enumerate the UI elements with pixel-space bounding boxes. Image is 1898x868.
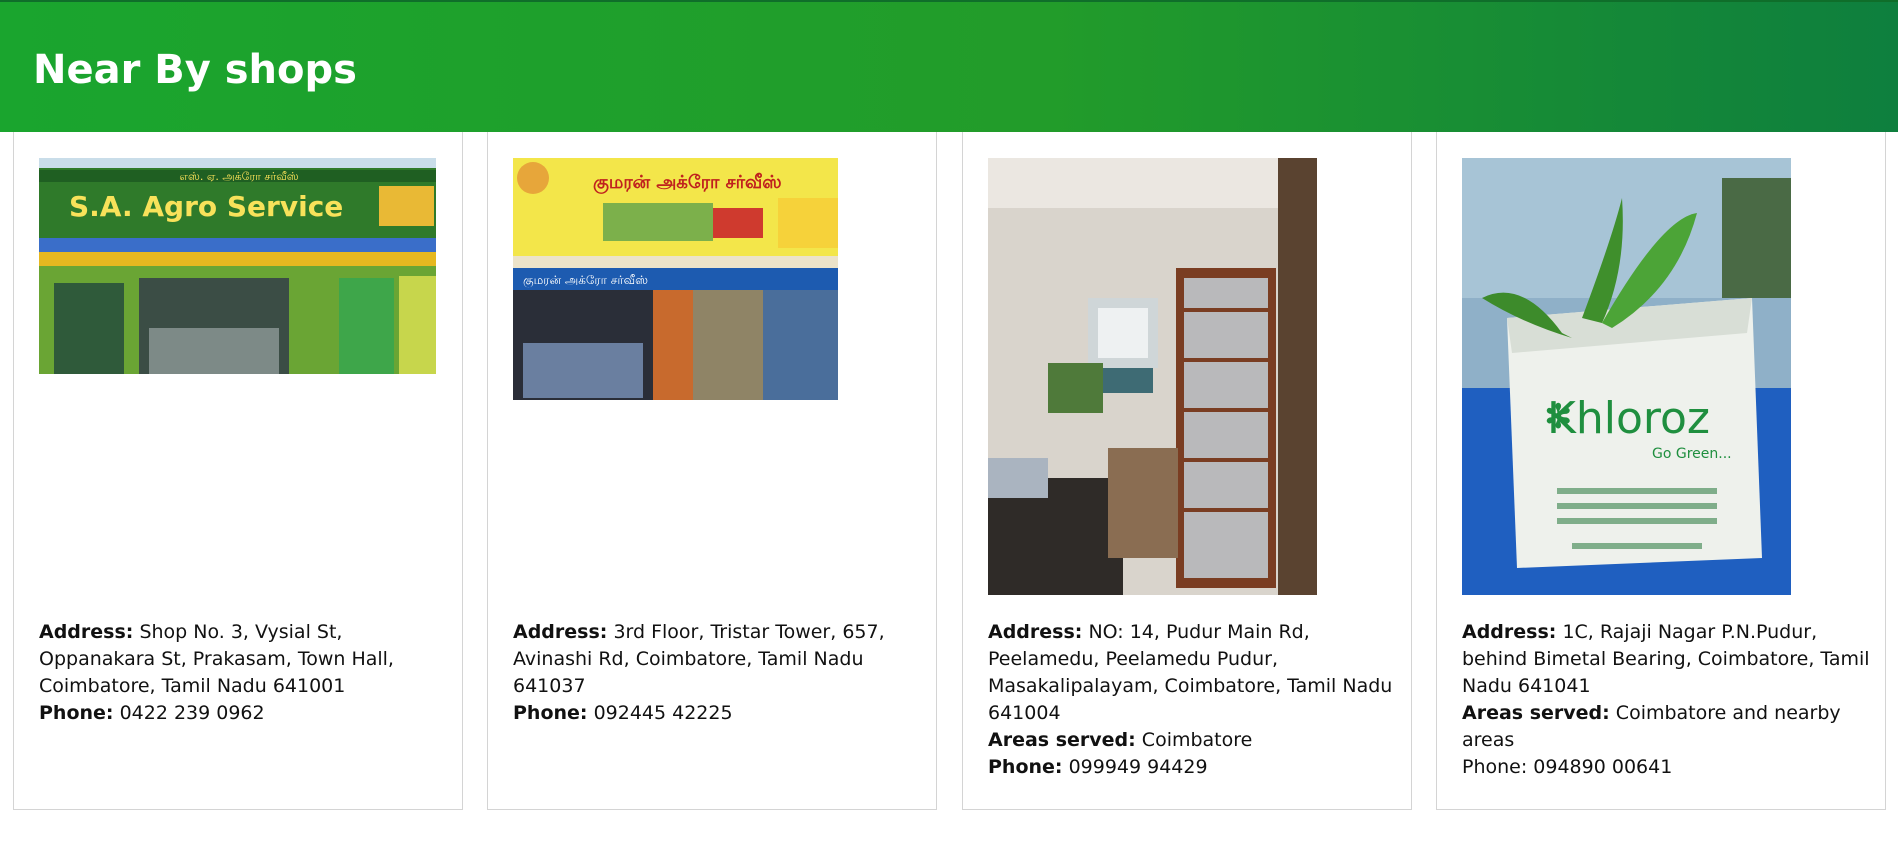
shop-sign-text: குமரன் அக்ரோ சர்வீஸ் (593, 172, 782, 194)
shop-info: Address: 1C, Rajaji Nagar P.N.Pudur, beh… (1462, 619, 1872, 781)
page-title: Near By shops (33, 47, 357, 93)
shop-card: எஸ். ஏ. அக்ரோ சர்வீஸ் S.A. Agro Service … (13, 132, 463, 810)
shop-card: குமரன் அக்ரோ சர்வீஸ் குமரன் அக்ரோ சர்வீஸ… (487, 132, 937, 810)
phone-label: Phone: (39, 702, 114, 724)
address-label: Address: (988, 621, 1083, 643)
shop-photo: எஸ். ஏ. அக்ரோ சர்வீஸ் S.A. Agro Service (39, 158, 436, 374)
shop-sign-text: S.A. Agro Service (69, 190, 343, 223)
shop-info: Address: 3rd Floor, Tristar Tower, 657, … (513, 619, 923, 727)
shop-card: Address: NO: 14, Pudur Main Rd, Peelamed… (962, 132, 1412, 810)
phone-label: Phone: (513, 702, 588, 724)
address-label: Address: (39, 621, 134, 643)
shop-phone: 092445 42225 (593, 702, 733, 724)
shop-cards: எஸ். ஏ. அக்ரோ சர்வீஸ் S.A. Agro Service … (0, 132, 1898, 810)
shop-info: Address: Shop No. 3, Vysial St, Oppanaka… (39, 619, 449, 727)
shop-phone: 099949 94429 (1068, 756, 1208, 778)
svg-text:✻: ✻ (1544, 397, 1573, 437)
shop-photo: குமரன் அக்ரோ சர்வீஸ் குமரன் அக்ரோ சர்வீஸ… (513, 158, 838, 400)
address-label: Address: (513, 621, 608, 643)
shop-phone: 0422 239 0962 (119, 702, 265, 724)
page-header: Near By shops (0, 0, 1898, 132)
shop-photo (988, 158, 1317, 595)
address-label: Address: (1462, 621, 1557, 643)
svg-text:எஸ். ஏ. அக்ரோ சர்வீஸ்: எஸ். ஏ. அக்ரோ சர்வீஸ் (179, 170, 298, 183)
shop-areas-served: Coimbatore (1141, 729, 1253, 751)
svg-text:குமரன் அக்ரோ சர்வீஸ்: குமரன் அக்ரோ சர்வீஸ் (523, 273, 648, 287)
phone-label: Phone: (988, 756, 1063, 778)
shop-info: Address: NO: 14, Pudur Main Rd, Peelamed… (988, 619, 1398, 781)
areas-served-label: Areas served: (988, 729, 1136, 751)
bag-tagline-text: Go Green... (1652, 446, 1732, 462)
shop-photo: Khloroz Go Green... ✻ (1462, 158, 1791, 595)
shop-card: Khloroz Go Green... ✻ Address: 1C, Rajaj… (1436, 132, 1886, 810)
shop-phone: Phone: 094890 00641 (1462, 756, 1673, 778)
areas-served-label: Areas served: (1462, 702, 1610, 724)
